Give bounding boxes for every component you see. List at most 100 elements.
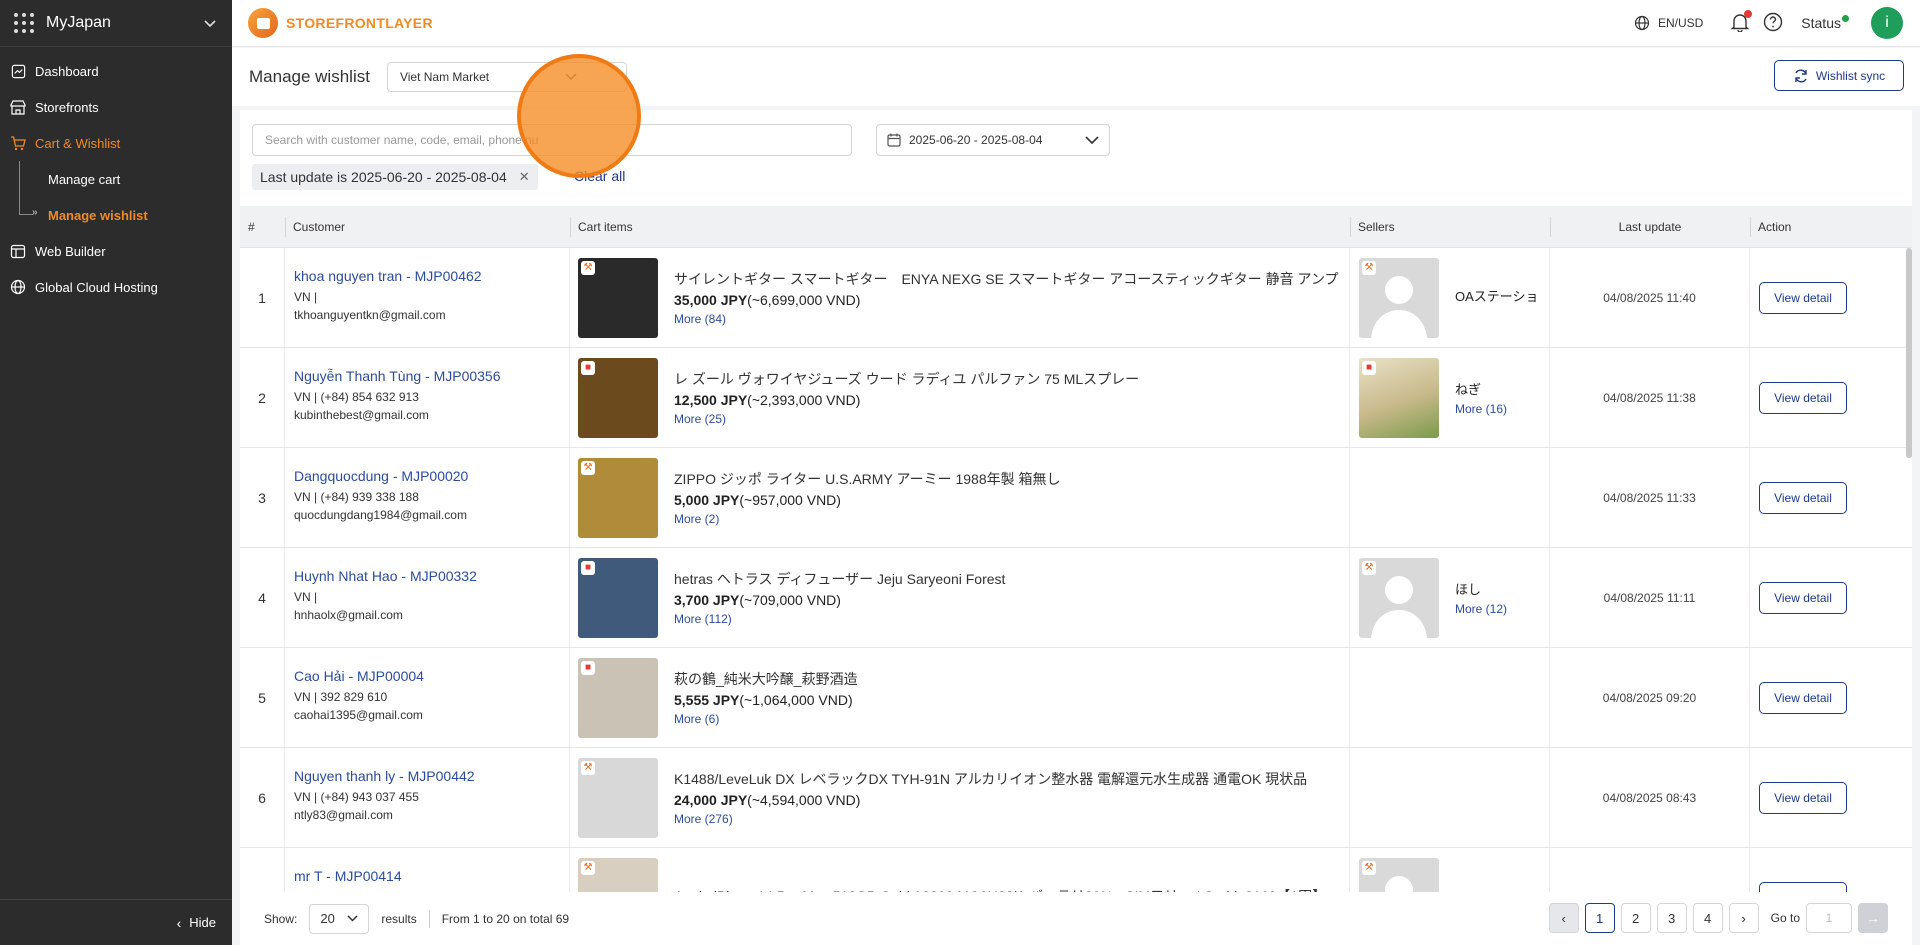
last-update: 04/08/2025 11:11 [1550, 548, 1750, 647]
table-body: 1 khoa nguyen tran - MJP00462 VN | tkhoangu… [240, 248, 1912, 892]
help-button[interactable] [1763, 12, 1783, 35]
seller-name[interactable]: ねぎ [1455, 379, 1543, 398]
customer-name-link[interactable]: Nguyễn Thanh Tùng - MJP00356 [294, 368, 569, 384]
view-detail-button[interactable]: View detail [1759, 681, 1847, 714]
sidebar-item-dashboard[interactable]: Dashboard [0, 53, 232, 89]
column-header: # [248, 219, 255, 234]
page-title: Manage wishlist [249, 67, 370, 86]
cart-item-cell: ⚒ K1488/LeveLuk DX レベラックDX TYH-91N アルカリイオ… [570, 748, 1350, 847]
next-page-button[interactable]: › [1728, 903, 1759, 933]
prev-page-button[interactable]: ‹ [1548, 903, 1579, 933]
customer-phone: VN | (+84) 854 632 913 [294, 390, 419, 404]
customer-name-link[interactable]: khoa nguyen tran - MJP00462 [294, 268, 569, 284]
notifications-button[interactable] [1731, 9, 1753, 35]
product-title[interactable]: ZIPPO ジッポ ライター U.S.ARMY アーミー 1988年製 箱無し [674, 469, 1344, 489]
app-switcher[interactable]: MyJapan [0, 0, 232, 47]
page-size-select[interactable]: 20 [309, 903, 370, 934]
product-image[interactable]: ⚒ [578, 457, 658, 538]
product-image[interactable]: ■ [578, 557, 658, 638]
product-image[interactable]: ⚒ [578, 857, 658, 892]
chevron-down-icon[interactable] [204, 15, 216, 31]
wishlist-sync-button[interactable]: Wishlist sync [1774, 60, 1904, 91]
cart-item-cell: ⚒Apple iPhone14 Pro Max 512GB Gold A2893… [570, 848, 1350, 892]
product-title[interactable]: レ ズール ヴォワイヤジューズ ウード ラディユ パルファン 75 MLスプレー [674, 369, 1344, 389]
customer-name-link[interactable]: Huynh Nhat Hao - MJP00332 [294, 568, 569, 584]
product-image[interactable]: ■ [578, 657, 658, 738]
sidebar-item-web-builder[interactable]: Web Builder [0, 233, 232, 269]
cart-item-cell: ⚒ サイレントギター スマートギター ENYA NEXG SE スマートギター ア… [570, 248, 1350, 347]
more-items-link[interactable]: More (84) [674, 312, 1344, 326]
last-update: 04/08/2025 11:38 [1550, 348, 1750, 447]
customer-name-link[interactable]: mr T - MJP00414 [294, 868, 569, 884]
seller-more-link[interactable]: More (12) [1455, 602, 1543, 616]
sidebar-item-cart-wishlist[interactable]: Cart & Wishlist [0, 125, 232, 161]
sidebar-subitem-manage-wishlist[interactable]: » Manage wishlist [0, 197, 232, 233]
more-items-link[interactable]: More (276) [674, 812, 1344, 826]
seller-image[interactable]: ⚒ [1359, 257, 1439, 338]
brand-logo[interactable]: STOREFRONTLAYER [248, 8, 433, 38]
goto-page-button[interactable]: → [1858, 903, 1888, 933]
product-image[interactable]: ⚒ [578, 257, 658, 338]
product-title[interactable]: 萩の鶴_純米大吟醸_萩野酒造 [674, 669, 1344, 689]
seller-more-link[interactable]: More (16) [1455, 402, 1543, 416]
page-button[interactable]: 4 [1692, 903, 1723, 933]
product-title[interactable]: hetras ヘトラス ディフューザー Jeju Saryeoni Forest [674, 569, 1344, 589]
seller-image[interactable]: ⚒ [1359, 557, 1439, 638]
table-row: 6 Nguyen thanh ly - MJP00442 VN | (+84) 94… [240, 748, 1912, 848]
product-title[interactable]: K1488/LeveLuk DX レベラックDX TYH-91N アルカリイオン… [674, 769, 1344, 789]
language-currency-selector[interactable]: EN/USD [1634, 15, 1703, 31]
view-detail-button[interactable]: View detail [1759, 781, 1847, 814]
view-detail-button[interactable]: View detail [1759, 381, 1847, 414]
user-avatar[interactable]: i [1871, 7, 1903, 39]
view-detail-button[interactable]: View detail [1759, 881, 1847, 892]
market-select[interactable]: Viet Nam Market [386, 62, 627, 92]
view-detail-button[interactable]: View detail [1759, 281, 1847, 314]
product-image[interactable]: ■ [578, 357, 658, 438]
page-button[interactable]: 1 [1584, 903, 1615, 933]
customer-name-link[interactable]: Nguyen thanh ly - MJP00442 [294, 768, 569, 784]
auction-hammer-icon: ⚒ [1362, 260, 1376, 275]
seller-image[interactable]: ■ [1359, 357, 1439, 438]
customer-name-link[interactable]: Dangquocdung - MJP00020 [294, 468, 569, 484]
page-button[interactable]: 2 [1620, 903, 1651, 933]
product-image[interactable]: ⚒ [578, 757, 658, 838]
apps-grid-icon[interactable] [14, 13, 34, 33]
seller-name[interactable]: ほし [1455, 579, 1543, 598]
more-items-link[interactable]: More (112) [674, 612, 1344, 626]
sidebar-subitem-label: Manage cart [48, 171, 121, 187]
wishlist-table: # Customer Cart items Sellers Last updat… [240, 206, 1912, 892]
auction-hammer-icon: ⚒ [581, 460, 595, 475]
seller-name[interactable]: OAステーショ [1455, 286, 1543, 305]
pager: ‹ 1 2 3 4 › Go to 1 → [1543, 903, 1888, 933]
customer-phone: VN | 392 829 610 [294, 690, 388, 704]
more-items-link[interactable]: More (2) [674, 512, 1344, 526]
pagination-bar: Show: 20 results From 1 to 20 on total 6… [240, 892, 1912, 945]
table-scrollbar[interactable] [1906, 248, 1912, 458]
more-items-link[interactable]: More (6) [674, 712, 1344, 726]
page-button[interactable]: 3 [1656, 903, 1687, 933]
seller-image[interactable]: ⚒ [1359, 857, 1439, 892]
date-range-picker[interactable]: 2025-06-20 - 2025-08-04 [876, 124, 1110, 156]
more-items-link[interactable]: More (25) [674, 412, 1344, 426]
table-row: 7 mr T - MJP00414⚒Apple iPhone14 Pro Max … [240, 848, 1912, 892]
search-input[interactable]: Search with customer name, code, email, … [252, 124, 852, 156]
sidebar-item-storefronts[interactable]: Storefronts [0, 89, 232, 125]
sidebar-item-global-cloud-hosting[interactable]: Global Cloud Hosting [0, 269, 232, 305]
action-cell: View detail [1750, 648, 1912, 747]
price-vnd: (~4,594,000 VND) [747, 792, 861, 808]
column-header: Customer [285, 206, 570, 247]
sidebar-subitem-manage-cart[interactable]: Manage cart [0, 161, 232, 197]
customer-name-link[interactable]: Cao Hải - MJP00004 [294, 668, 569, 684]
view-detail-button[interactable]: View detail [1759, 581, 1847, 614]
customer-email: hnhaolx@gmail.com [294, 608, 403, 622]
clear-all-link[interactable]: Clear all [574, 168, 625, 184]
close-icon[interactable]: ✕ [519, 169, 530, 185]
hide-sidebar-button[interactable]: ‹ Hide [0, 899, 232, 945]
goto-page-input[interactable]: 1 [1806, 903, 1852, 933]
cart-item-cell: ■ レ ズール ヴォワイヤジューズ ウード ラディユ パルファン 75 MLスプレ… [570, 348, 1350, 447]
status-indicator[interactable]: Status [1801, 15, 1849, 31]
product-title[interactable]: サイレントギター スマートギター ENYA NEXG SE スマートギター アコ… [674, 269, 1344, 289]
view-detail-button[interactable]: View detail [1759, 481, 1847, 514]
page-header: Manage wishlist Viet Nam Market Wishlist… [232, 48, 1920, 106]
price-jpy: 35,000 JPY [674, 292, 748, 308]
